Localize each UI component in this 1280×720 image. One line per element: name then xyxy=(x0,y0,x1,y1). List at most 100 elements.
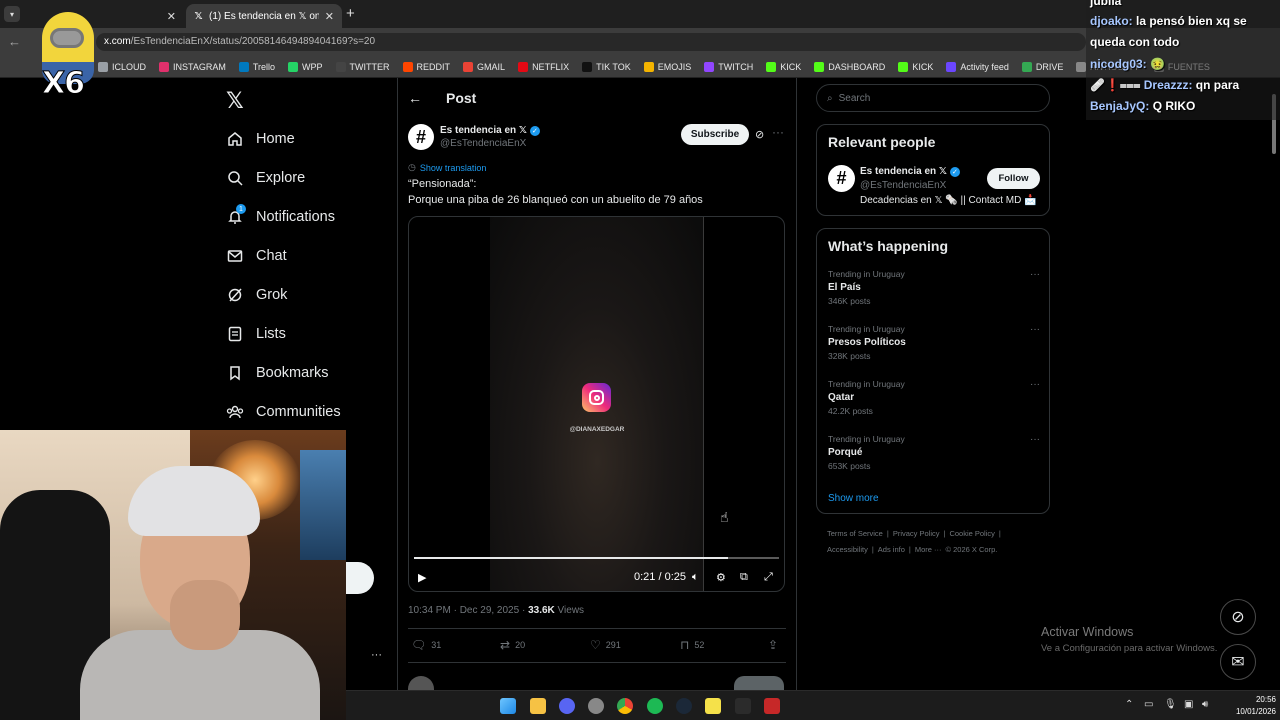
author-name[interactable]: Es tendencia en 𝕏 ✓ xyxy=(440,125,540,136)
trend-item[interactable]: Trending in Uruguay Presos Políticos 328… xyxy=(828,324,1040,361)
bookmark-item[interactable]: DASHBOARD xyxy=(814,61,885,72)
more-options-icon[interactable]: ··· xyxy=(1030,434,1040,445)
bookmark-item[interactable]: WPP xyxy=(288,61,323,72)
x-logo-icon[interactable]: 𝕏 xyxy=(226,88,244,114)
tab-search-button[interactable]: ▾ xyxy=(4,6,20,22)
notes-icon[interactable] xyxy=(705,698,721,714)
avatar xyxy=(408,676,434,690)
trend-item[interactable]: Trending in Uruguay El País 346K posts ·… xyxy=(828,269,1040,306)
bookmark-item[interactable]: EMOJIS xyxy=(643,61,691,72)
monitor-icon[interactable]: ▣ xyxy=(1184,699,1193,710)
grok-float-button[interactable]: ⊘ xyxy=(1220,599,1256,635)
nav-explore[interactable]: Explore xyxy=(226,169,305,187)
bookmark-item[interactable]: DRIVE xyxy=(1021,61,1063,72)
footer-link[interactable]: More ··· xyxy=(915,545,942,554)
search-input[interactable]: ⌕ Search xyxy=(816,84,1050,112)
author-handle[interactable]: @EsTendenciaEnX xyxy=(440,138,526,149)
volume-icon[interactable]: 🔈︎ xyxy=(692,571,699,584)
footer-link[interactable]: Privacy Policy xyxy=(893,529,940,538)
nav-communities[interactable]: Communities xyxy=(226,403,341,421)
page-scrollbar[interactable] xyxy=(1270,84,1278,684)
nav-lists[interactable]: Lists xyxy=(226,325,286,343)
steam-icon[interactable] xyxy=(676,698,692,714)
bookmark-item[interactable]: ICLOUD xyxy=(98,61,146,72)
bookmark-item[interactable]: KICK xyxy=(898,61,933,72)
share-button[interactable]: ⇪ xyxy=(768,638,778,652)
bookmark-item[interactable]: Activity feed xyxy=(946,61,1009,72)
trend-item[interactable]: Trending in Uruguay Porqué 653K posts ··… xyxy=(828,434,1040,471)
avatar[interactable]: # xyxy=(408,124,434,150)
spotify-icon[interactable] xyxy=(647,698,663,714)
discord-icon[interactable] xyxy=(559,698,575,714)
app-icon[interactable] xyxy=(588,698,604,714)
reply-button[interactable]: 🗨︎ 31 xyxy=(411,638,441,652)
close-tab-icon[interactable]: ✕ xyxy=(325,10,334,23)
repost-button[interactable]: ⇄ 20 xyxy=(500,638,525,652)
bookmark-item[interactable]: INSTAGRAM xyxy=(159,61,226,72)
more-options-icon[interactable]: ··· xyxy=(371,649,382,661)
bookmark-item[interactable]: TWITCH xyxy=(704,61,753,72)
footer-link[interactable]: Ads info xyxy=(878,545,905,554)
obs-icon[interactable] xyxy=(735,698,751,714)
relevant-person-name[interactable]: Es tendencia en 𝕏 ✓ xyxy=(860,166,960,177)
microphone-icon[interactable]: 🎙︎ xyxy=(1164,699,1177,710)
footer-link[interactable]: © 2026 X Corp. xyxy=(946,545,998,554)
file-explorer-icon[interactable] xyxy=(530,698,546,714)
home-icon xyxy=(226,130,244,148)
video-progress-bar[interactable] xyxy=(414,557,779,559)
bookmark-item[interactable]: REDDIT xyxy=(402,61,450,72)
nav-bookmarks[interactable]: Bookmarks xyxy=(226,364,329,382)
bookmark-item[interactable]: NETFLIX xyxy=(518,61,569,72)
follow-button[interactable]: Follow xyxy=(987,168,1040,189)
bookmark-button[interactable]: ⊓ 52 xyxy=(680,638,704,652)
video-player[interactable]: @DIANAXEDGAR ☝ ▶ 0:21 / 0:25 🔈︎ ⚙ ⧉ ⤢ xyxy=(408,216,785,592)
subscribe-button[interactable]: Subscribe xyxy=(681,124,749,145)
back-arrow-icon[interactable]: ← xyxy=(8,34,21,49)
chat-line: 🩹❗⩶ Dreazzz: qn para xyxy=(1090,78,1240,92)
windows-start-icon[interactable] xyxy=(500,698,516,714)
tray-chevron-icon[interactable]: ⌃ xyxy=(1125,699,1133,710)
like-button[interactable]: ♡ 291 xyxy=(590,638,621,652)
reply-submit-button[interactable] xyxy=(734,676,784,690)
url-field[interactable]: x.com/EsTendenciaEnX/status/200581464948… xyxy=(96,33,1086,51)
more-options-icon[interactable]: ··· xyxy=(1030,379,1040,390)
close-tab-icon[interactable]: ✕ xyxy=(167,10,176,23)
nav-chat[interactable]: Chat xyxy=(226,247,287,265)
relevant-person-handle[interactable]: @EsTendenciaEnX xyxy=(860,180,946,191)
grok-icon[interactable]: ⊘ xyxy=(755,128,764,141)
bookmark-item[interactable]: GMAIL xyxy=(463,61,505,72)
bookmark-item[interactable]: TWITTER xyxy=(335,61,390,72)
bookmark-item[interactable]: TIK TOK xyxy=(582,61,631,72)
play-icon[interactable]: ▶ xyxy=(418,571,426,584)
nav-home[interactable]: Home xyxy=(226,130,295,148)
footer-link[interactable]: Terms of Service xyxy=(827,529,883,538)
system-clock[interactable]: 20:56 10/01/2026 xyxy=(1226,694,1276,718)
nav-notifications[interactable]: 1 Notifications xyxy=(226,204,335,226)
nav-grok[interactable]: Grok xyxy=(226,286,287,304)
back-arrow-icon[interactable]: ← xyxy=(408,90,422,106)
trend-item[interactable]: Trending in Uruguay Qatar 42.2K posts ··… xyxy=(828,379,1040,416)
tray-app-icon[interactable]: ▭ xyxy=(1144,699,1153,710)
bookmark-item[interactable]: KICK xyxy=(766,61,801,72)
chrome-icon[interactable] xyxy=(617,698,633,714)
bookmark-favicon-icon xyxy=(582,61,593,72)
show-more-link[interactable]: Show more xyxy=(828,493,879,504)
mail-icon: ✉ xyxy=(1231,654,1245,671)
settings-gear-icon[interactable]: ⚙ xyxy=(716,571,726,584)
fullscreen-icon[interactable]: ⤢ xyxy=(764,571,773,584)
more-options-icon[interactable]: ··· xyxy=(772,125,784,139)
show-translation-link[interactable]: ◷ Show translation xyxy=(408,162,486,173)
bookmark-item[interactable]: Trello xyxy=(238,61,275,72)
post-timestamp[interactable]: 10:34 PM · Dec 29, 2025 · xyxy=(408,605,528,616)
messages-float-button[interactable]: ✉ xyxy=(1220,644,1256,680)
footer-link[interactable]: Cookie Policy xyxy=(949,529,994,538)
tab-active[interactable]: 𝕏 (1) Es tendencia en 𝕏 on X: ""Pe ✕ xyxy=(186,4,342,28)
voicemeeter-icon[interactable] xyxy=(764,698,780,714)
footer-link[interactable]: Accessibility xyxy=(827,545,868,554)
avatar[interactable]: # xyxy=(828,165,855,192)
speaker-icon[interactable]: 🔊︎ xyxy=(1202,699,1208,710)
picture-in-picture-icon[interactable]: ⧉ xyxy=(740,571,748,584)
more-options-icon[interactable]: ··· xyxy=(1030,324,1040,335)
new-tab-button[interactable]: + xyxy=(346,5,355,22)
more-options-icon[interactable]: ··· xyxy=(1030,269,1040,280)
